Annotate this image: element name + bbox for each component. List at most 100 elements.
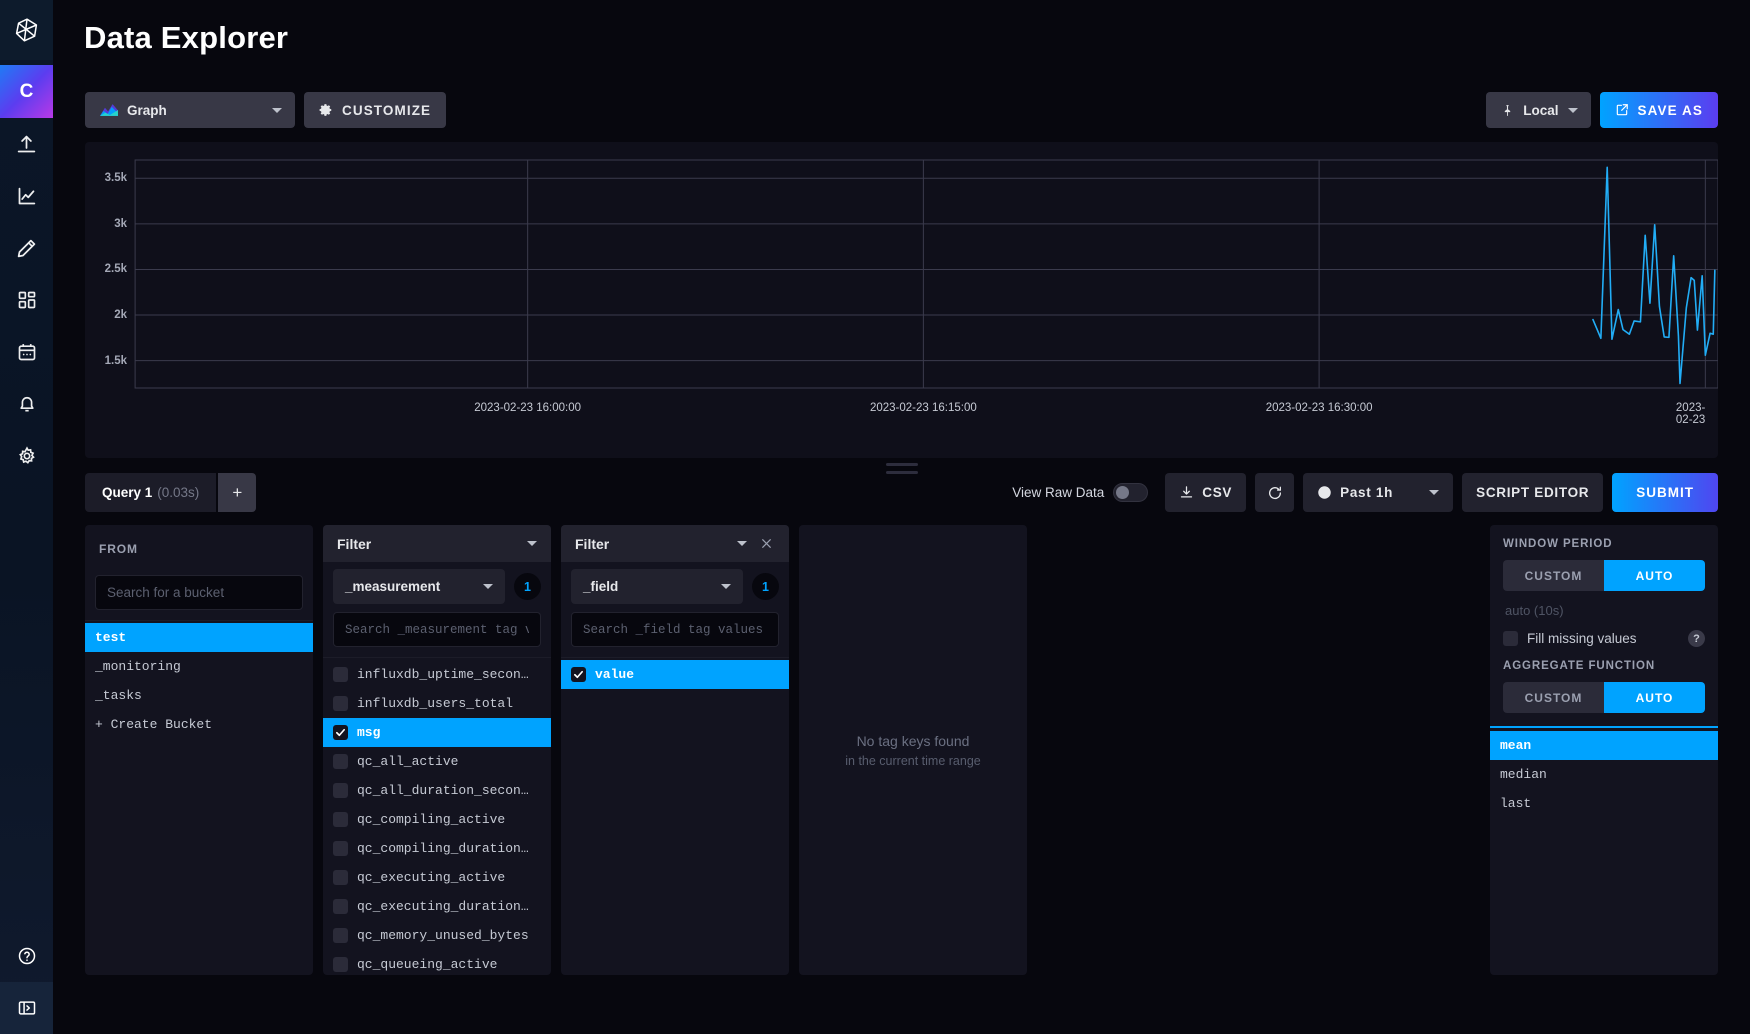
measurement-list-item[interactable]: qc_memory_unused_bytes xyxy=(323,921,551,950)
list-item-label: _monitoring xyxy=(95,659,181,674)
measurement-list-item[interactable]: influxdb_uptime_secon… xyxy=(323,660,551,689)
measurement-list-item[interactable]: msg xyxy=(323,718,551,747)
csv-label: CSV xyxy=(1202,485,1232,500)
save-as-label: SAVE AS xyxy=(1638,103,1703,118)
chevron-down-icon[interactable] xyxy=(737,541,747,546)
measurement-search-input[interactable] xyxy=(333,612,541,647)
aggregate-list-item[interactable]: last xyxy=(1490,789,1718,818)
measurement-list-item[interactable]: qc_queueing_active xyxy=(323,950,551,975)
local-timezone-dropdown[interactable]: Local xyxy=(1486,92,1590,128)
panel-expand-icon xyxy=(17,998,37,1018)
sidebar-item-alerts[interactable] xyxy=(0,378,53,430)
chevron-down-icon[interactable] xyxy=(527,541,537,546)
checkbox-icon[interactable] xyxy=(333,812,348,827)
measurement-list-item[interactable]: qc_all_duration_secon… xyxy=(323,776,551,805)
measurement-list-item[interactable]: qc_compiling_active xyxy=(323,805,551,834)
time-range-dropdown[interactable]: Past 1h xyxy=(1303,473,1453,512)
checkbox-icon[interactable] xyxy=(333,870,348,885)
sidebar-item-dashboards[interactable] xyxy=(0,274,53,326)
filter-measurement-card: Filter _measurement 1 influxdb_uptime_se… xyxy=(323,525,551,975)
help-button[interactable] xyxy=(0,930,53,982)
measurement-list-item[interactable]: qc_all_active xyxy=(323,747,551,776)
view-raw-data-label: View Raw Data xyxy=(1012,485,1104,500)
filter-measurement-header[interactable]: Filter xyxy=(323,525,551,562)
graph-type-dropdown[interactable]: Graph xyxy=(85,92,295,128)
bucket-list-item[interactable]: + Create Bucket xyxy=(85,710,313,739)
aggregate-custom-button[interactable]: CUSTOM xyxy=(1503,682,1604,713)
sidebar-item-settings[interactable] xyxy=(0,430,53,482)
list-item-label: qc_all_active xyxy=(357,754,458,769)
measurement-list-item[interactable]: qc_executing_active xyxy=(323,863,551,892)
checkbox-icon[interactable] xyxy=(333,841,348,856)
refresh-icon xyxy=(1267,485,1283,501)
checkbox-icon[interactable] xyxy=(333,957,348,972)
list-item-label: mean xyxy=(1500,738,1531,753)
field-key-dropdown[interactable]: _field xyxy=(571,569,743,604)
bucket-list-item[interactable]: _tasks xyxy=(85,681,313,710)
nav-footer xyxy=(0,930,53,1034)
query-builder: FROM test_monitoring_tasks+ Create Bucke… xyxy=(53,525,1750,975)
refresh-button[interactable] xyxy=(1255,473,1294,512)
filter-title: Filter xyxy=(575,536,609,552)
window-period-auto-button[interactable]: AUTO xyxy=(1604,560,1705,591)
measurement-key-dropdown[interactable]: _measurement xyxy=(333,569,505,604)
view-raw-data-control[interactable]: View Raw Data xyxy=(1012,483,1148,502)
chevron-down-icon xyxy=(1568,108,1578,113)
filter-field-header[interactable]: Filter xyxy=(561,525,789,562)
bucket-search-input[interactable] xyxy=(95,575,303,610)
view-raw-data-toggle[interactable] xyxy=(1113,483,1148,502)
collapse-nav-button[interactable] xyxy=(0,982,53,1034)
window-period-title: WINDOW PERIOD xyxy=(1503,538,1705,550)
checkbox-icon[interactable] xyxy=(333,928,348,943)
page-title: Data Explorer xyxy=(53,0,1750,56)
sidebar-item-data-explorer[interactable] xyxy=(0,170,53,222)
bucket-search-wrap xyxy=(85,567,313,620)
save-as-button[interactable]: SAVE AS xyxy=(1600,92,1718,128)
sidebar-item-notebooks[interactable] xyxy=(0,222,53,274)
field-key-row: _field 1 xyxy=(561,562,789,606)
window-period-custom-button[interactable]: CUSTOM xyxy=(1503,560,1604,591)
add-query-button[interactable]: + xyxy=(218,473,256,512)
main-content: Data Explorer Graph xyxy=(53,0,1750,1034)
field-key-label: _field xyxy=(583,579,618,594)
from-card: FROM test_monitoring_tasks+ Create Bucke… xyxy=(85,525,313,975)
influxdb-logo-icon[interactable] xyxy=(0,0,53,60)
script-editor-button[interactable]: SCRIPT EDITOR xyxy=(1462,473,1603,512)
aggregate-list-item[interactable]: mean xyxy=(1490,731,1718,760)
checkbox-icon[interactable] xyxy=(333,754,348,769)
tag-keys-empty-title: No tag keys found xyxy=(857,733,970,749)
query-toolbar: Query 1 (0.03s) + View Raw Data CSV xyxy=(53,473,1750,512)
measurement-list-item[interactable]: qc_compiling_duration… xyxy=(323,834,551,863)
bucket-list-item[interactable]: test xyxy=(85,623,313,652)
close-icon[interactable] xyxy=(757,535,775,553)
graph-resize-handle[interactable] xyxy=(886,463,918,474)
checkbox-icon[interactable] xyxy=(333,725,348,740)
sidebar-item-load-data[interactable] xyxy=(0,118,53,170)
checkbox-icon[interactable] xyxy=(571,667,586,682)
checkbox-icon[interactable] xyxy=(333,899,348,914)
submit-button[interactable]: SUBMIT xyxy=(1612,473,1718,512)
measurement-list-item[interactable]: qc_executing_duration… xyxy=(323,892,551,921)
query-tab-1[interactable]: Query 1 (0.03s) xyxy=(85,473,216,512)
checkbox-icon[interactable] xyxy=(333,696,348,711)
chevron-down-icon xyxy=(483,584,493,589)
help-icon[interactable]: ? xyxy=(1688,630,1705,647)
measurement-list-item[interactable]: influxdb_users_total xyxy=(323,689,551,718)
sidebar-item-tasks[interactable] xyxy=(0,326,53,378)
org-avatar[interactable]: C xyxy=(0,65,53,118)
aggregate-auto-button[interactable]: AUTO xyxy=(1604,682,1705,713)
visualization-controls: Graph CUSTOMIZE Loc xyxy=(53,92,1750,128)
checkbox-icon[interactable] xyxy=(333,783,348,798)
csv-download-button[interactable]: CSV xyxy=(1165,473,1246,512)
field-search-input[interactable] xyxy=(571,612,779,647)
data-explorer-app: C xyxy=(0,0,1750,1034)
nav-item-list xyxy=(0,118,53,482)
aggregate-function-title: AGGREGATE FUNCTION xyxy=(1503,660,1705,672)
aggregate-list-item[interactable]: median xyxy=(1490,760,1718,789)
customize-button[interactable]: CUSTOMIZE xyxy=(304,92,446,128)
fill-missing-values-checkbox[interactable] xyxy=(1503,631,1518,646)
fill-missing-values-row[interactable]: Fill missing values ? xyxy=(1503,630,1705,660)
field-list-item[interactable]: value xyxy=(561,660,789,689)
checkbox-icon[interactable] xyxy=(333,667,348,682)
bucket-list-item[interactable]: _monitoring xyxy=(85,652,313,681)
